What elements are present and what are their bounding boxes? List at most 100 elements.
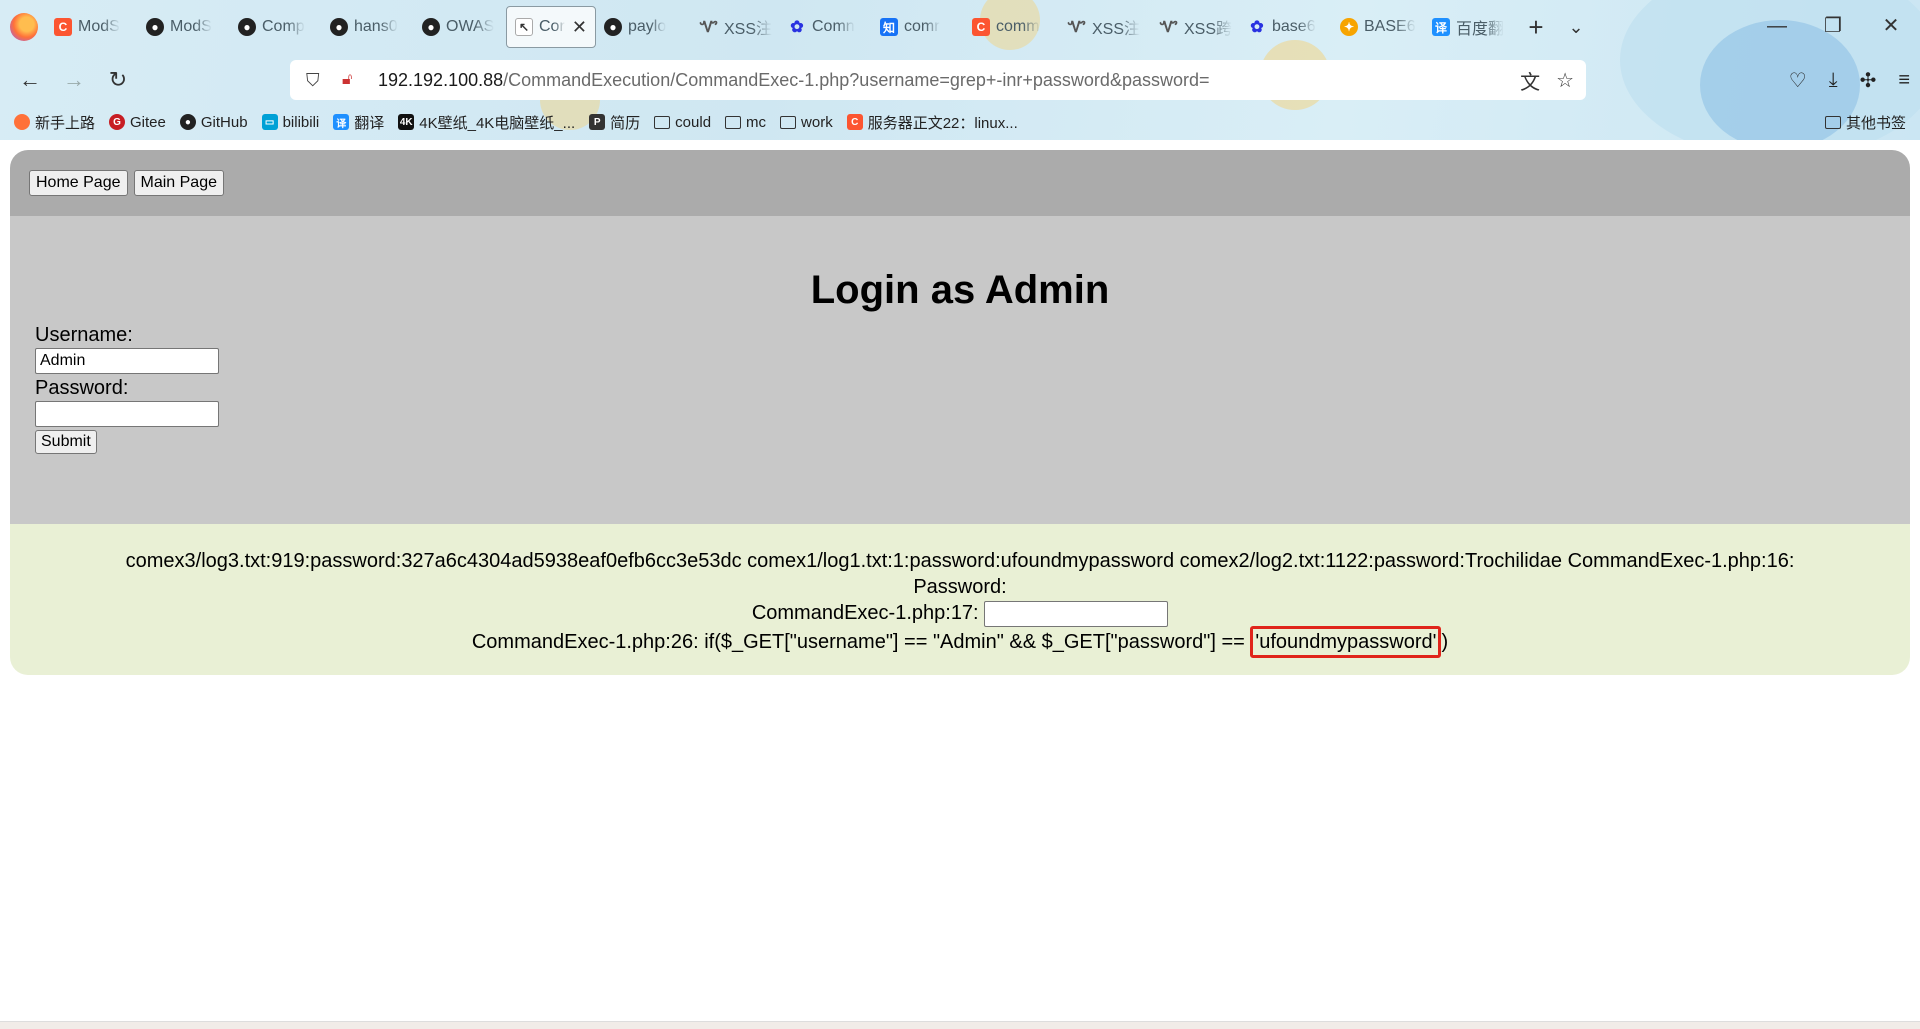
browser-tab[interactable]: C ModS (46, 6, 138, 48)
browser-tab[interactable]: Ꮙ XSS注 (688, 6, 780, 48)
tab-title: XSS跨 (1183, 21, 1232, 38)
reload-button[interactable]: ↻ (96, 60, 140, 100)
highlighted-password: 'ufoundmypassword' (1250, 625, 1442, 658)
forward-button[interactable]: → (52, 60, 96, 100)
browser-tab[interactable]: ✿ Comn (780, 6, 872, 48)
output-code-end: ) (1441, 630, 1449, 653)
minimize-button[interactable]: — (1752, 8, 1802, 44)
bookmark-star-icon[interactable]: ☆ (1556, 68, 1574, 93)
bookmark-item[interactable]: ● GitHub (179, 114, 248, 131)
password-input[interactable] (35, 401, 219, 427)
tab-bar: C ModS ● ModS ● Comp ● hans0 ● OWAS ↖ Cor ✕ ● paylo Ꮙ XS… (0, 0, 1920, 54)
other-bookmarks-label: 其他书签 (1845, 114, 1906, 132)
bookmark-item[interactable]: 4K 4K壁纸_4K电脑壁纸_... (398, 112, 575, 133)
4k-icon: 4K (398, 114, 415, 130)
firefox-icon (14, 114, 30, 130)
bookmark-label: Gitee (130, 113, 166, 131)
login-panel: Login as Admin Username: Password: Submi… (10, 216, 1910, 524)
browser-tab[interactable]: ● ModS (138, 6, 230, 48)
command-output: comex3/log3.txt:919:password:327a6c4304a… (10, 524, 1910, 675)
restore-button[interactable]: ❐ (1808, 8, 1858, 44)
zhihu-icon: 知 (880, 18, 898, 36)
bookmark-item[interactable]: ▭ bilibili (261, 114, 319, 131)
bookmark-item[interactable]: could (654, 114, 711, 131)
browser-tab[interactable]: ● OWAS (414, 6, 506, 48)
firefox-icon (10, 13, 38, 41)
bookmark-label: work (801, 113, 833, 131)
csdn-icon: C (54, 18, 72, 36)
close-tab-icon[interactable]: ✕ (572, 17, 587, 38)
browser-chrome: C ModS ● ModS ● Comp ● hans0 ● OWAS ↖ Cor ✕ ● paylo Ꮙ XS… (0, 0, 1920, 140)
output-line: comex3/log3.txt:919:password:327a6c4304a… (125, 550, 1795, 572)
bookmark-item[interactable]: mc (725, 114, 766, 131)
output-line: CommandExec-1.php:26: if($_GET["username… (30, 625, 1890, 658)
translate-icon[interactable]: 文 (1520, 66, 1540, 95)
folder-icon (725, 115, 742, 129)
extensions-icon[interactable]: ✣ (1860, 68, 1877, 93)
browser-tab[interactable]: ● hans0 (322, 6, 414, 48)
folder-icon (654, 115, 671, 129)
bookmark-item[interactable]: C 服务器正文22：linux... (846, 112, 1018, 133)
folder-icon (1824, 115, 1841, 129)
menu-icon[interactable]: ≡ (1898, 69, 1910, 92)
bookmark-item[interactable]: P 简历 (589, 112, 640, 133)
xss-icon: Ꮙ (1068, 18, 1086, 36)
browser-tab[interactable]: Ꮙ XSS跨 (1148, 6, 1240, 48)
pocket-icon[interactable]: ♡ (1789, 68, 1807, 93)
other-bookmarks[interactable]: 其他书签 (1824, 112, 1906, 133)
gitee-icon: G (109, 114, 126, 130)
submit-button[interactable]: Submit (35, 430, 97, 454)
csdn-icon: C (972, 18, 990, 36)
bookmarks-bar: 新手上路 G Gitee ● GitHub ▭ bilibili 译翻译 4K 4K壁纸_4K电脑… (0, 108, 1920, 136)
browser-tab[interactable]: Ꮙ XSS注 (1056, 6, 1148, 48)
tab-title: hans0 (354, 18, 398, 35)
browser-tab[interactable]: ● Comp (230, 6, 322, 48)
nav-bar: ← → ↻ ⛉ 🔓︎ 192.192.100.88/CommandExecuti… (0, 56, 1920, 104)
bookmark-label: 新手上路 (35, 114, 96, 132)
browser-tab[interactable]: Ccomm (964, 6, 1056, 48)
bookmark-list: 新手上路 G Gitee ● GitHub ▭ bilibili 译翻译 4K 4K壁纸_4K电脑… (0, 112, 1018, 133)
browser-tab[interactable]: ↖ Cor ✕ (506, 6, 596, 48)
output-prefix: CommandExec-1.php:17: (751, 602, 985, 624)
browser-tab[interactable]: ● paylo (596, 6, 688, 48)
main-page-button[interactable]: Main Page (133, 170, 224, 196)
browser-tab[interactable]: 知 comr (872, 6, 964, 48)
bookmark-item[interactable]: 译翻译 (333, 112, 384, 133)
username-input[interactable] (35, 348, 219, 374)
bookmark-item[interactable]: work (780, 114, 833, 131)
download-icon[interactable]: ⤓ (1829, 69, 1838, 92)
back-button[interactable]: ← (8, 60, 52, 100)
status-strip (0, 1021, 1920, 1029)
insecure-lock-icon[interactable]: 🔓︎ (342, 71, 366, 89)
output-code: CommandExec-1.php:26: if($_GET["username… (471, 630, 1251, 653)
tab-title: ModS (170, 18, 212, 35)
browser-tab[interactable]: ✿ base6 (1240, 6, 1332, 48)
resume-icon: P (589, 114, 606, 130)
tab-title: 百度翻 (1456, 21, 1505, 38)
tab-title: base6 (1272, 18, 1316, 35)
tab-title: comm (996, 18, 1040, 35)
csdn-icon: C (846, 114, 863, 130)
url-bar[interactable]: ⛉ 🔓︎ 192.192.100.88/CommandExecution/Com… (290, 60, 1586, 100)
url-path: /CommandExecution/CommandExec-1.php?user… (503, 69, 1210, 90)
shield-icon[interactable]: ⛉ (306, 70, 330, 91)
tab-list-button[interactable]: ⌄ (1556, 17, 1596, 38)
page-icon: ↖ (515, 18, 533, 36)
close-window-button[interactable]: ✕ (1866, 8, 1916, 44)
browser-tab[interactable]: ✦ BASE6 (1332, 6, 1424, 48)
translate-icon: 译 (333, 114, 350, 130)
translate-icon: 译 (1432, 18, 1450, 36)
baidu-icon: ✿ (790, 19, 804, 36)
tab-title: BASE6 (1364, 18, 1416, 35)
tab-title: XSS注 (1091, 21, 1140, 38)
new-tab-button[interactable]: + (1516, 12, 1556, 43)
echoed-password-input[interactable] (984, 600, 1169, 627)
bookmark-label: 简历 (610, 114, 641, 132)
xss-icon: Ꮙ (700, 18, 718, 36)
login-form: Username: Password: Submit (35, 322, 219, 454)
github-icon: ● (604, 18, 622, 36)
home-page-button[interactable]: Home Page (29, 170, 128, 196)
bookmark-item[interactable]: 新手上路 (14, 112, 95, 133)
browser-tab[interactable]: 译百度翻 (1424, 6, 1516, 48)
bookmark-item[interactable]: G Gitee (109, 114, 166, 131)
